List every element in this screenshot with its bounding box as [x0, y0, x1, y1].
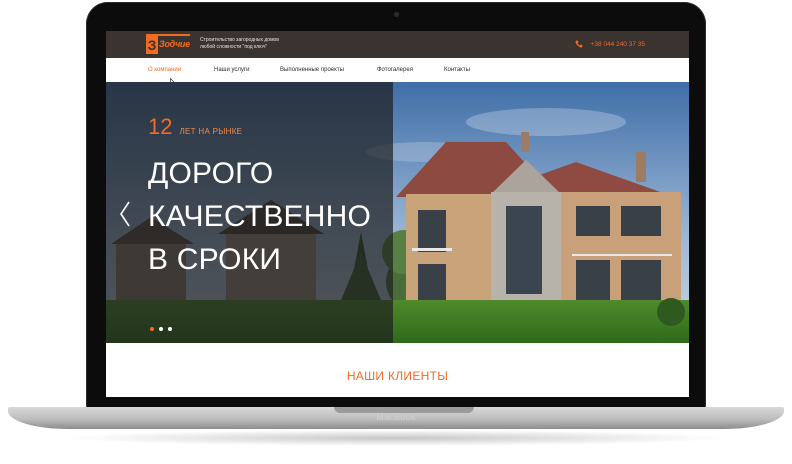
- header-phone[interactable]: +38 044 240 37 35: [575, 40, 645, 48]
- hero-slider: 12 ЛЕТ НА РЫНКЕ ДОРОГО КАЧЕСТВЕННО В СРО…: [106, 82, 689, 343]
- tagline-line-1: Строительство загородных домов: [200, 37, 279, 43]
- main-nav: О компании Наши услуги Выполненные проек…: [106, 58, 689, 87]
- camera-icon: [394, 12, 399, 17]
- slider-dot-3[interactable]: [168, 327, 172, 331]
- nav-item-about[interactable]: О компании: [148, 67, 181, 73]
- slider-dot-2[interactable]: [159, 327, 163, 331]
- site-logo[interactable]: З Зодчие: [146, 34, 190, 56]
- company-tagline: Строительство загородных домов любой сло…: [200, 37, 300, 51]
- clients-title: НАШИ КЛИЕНТЫ: [346, 369, 449, 383]
- screen: З Зодчие Строительство загородных домов …: [106, 31, 689, 397]
- nav-item-contacts[interactable]: Контакты: [444, 67, 470, 73]
- nav-item-projects[interactable]: Выполненные проекты: [280, 67, 344, 73]
- headline-line-2: КАЧЕСТВЕННО: [148, 200, 372, 233]
- logo-mark: З: [146, 36, 158, 54]
- years-number: 12: [148, 114, 173, 139]
- logo-text: Зодчие: [159, 39, 190, 49]
- years-label: ЛЕТ НА РЫНКЕ: [179, 127, 243, 136]
- site-topbar: З Зодчие Строительство загородных домов …: [106, 31, 689, 58]
- phone-number: +38 044 240 37 35: [590, 40, 645, 48]
- headline-line-1: ДОРОГО: [148, 157, 274, 190]
- nav-item-gallery[interactable]: Фотогалерея: [377, 67, 413, 73]
- headline-line-3: В СРОКИ: [148, 243, 282, 276]
- phone-icon: [575, 40, 583, 48]
- chevron-left-icon[interactable]: [119, 200, 131, 228]
- nav-item-services[interactable]: Наши услуги: [214, 67, 249, 73]
- laptop-shadow: [60, 430, 732, 446]
- tagline-line-2: любой сложности "под ключ": [200, 44, 268, 50]
- slider-dot-1[interactable]: [150, 327, 154, 331]
- hero-headline: ДОРОГО КАЧЕСТВЕННО В СРОКИ: [148, 152, 388, 281]
- clients-section: НАШИ КЛИЕНТЫ: [106, 343, 689, 397]
- slider-dots: [150, 327, 172, 331]
- years-on-market: 12 ЛЕТ НА РЫНКЕ: [148, 114, 242, 140]
- device-label: MacBook: [376, 412, 416, 422]
